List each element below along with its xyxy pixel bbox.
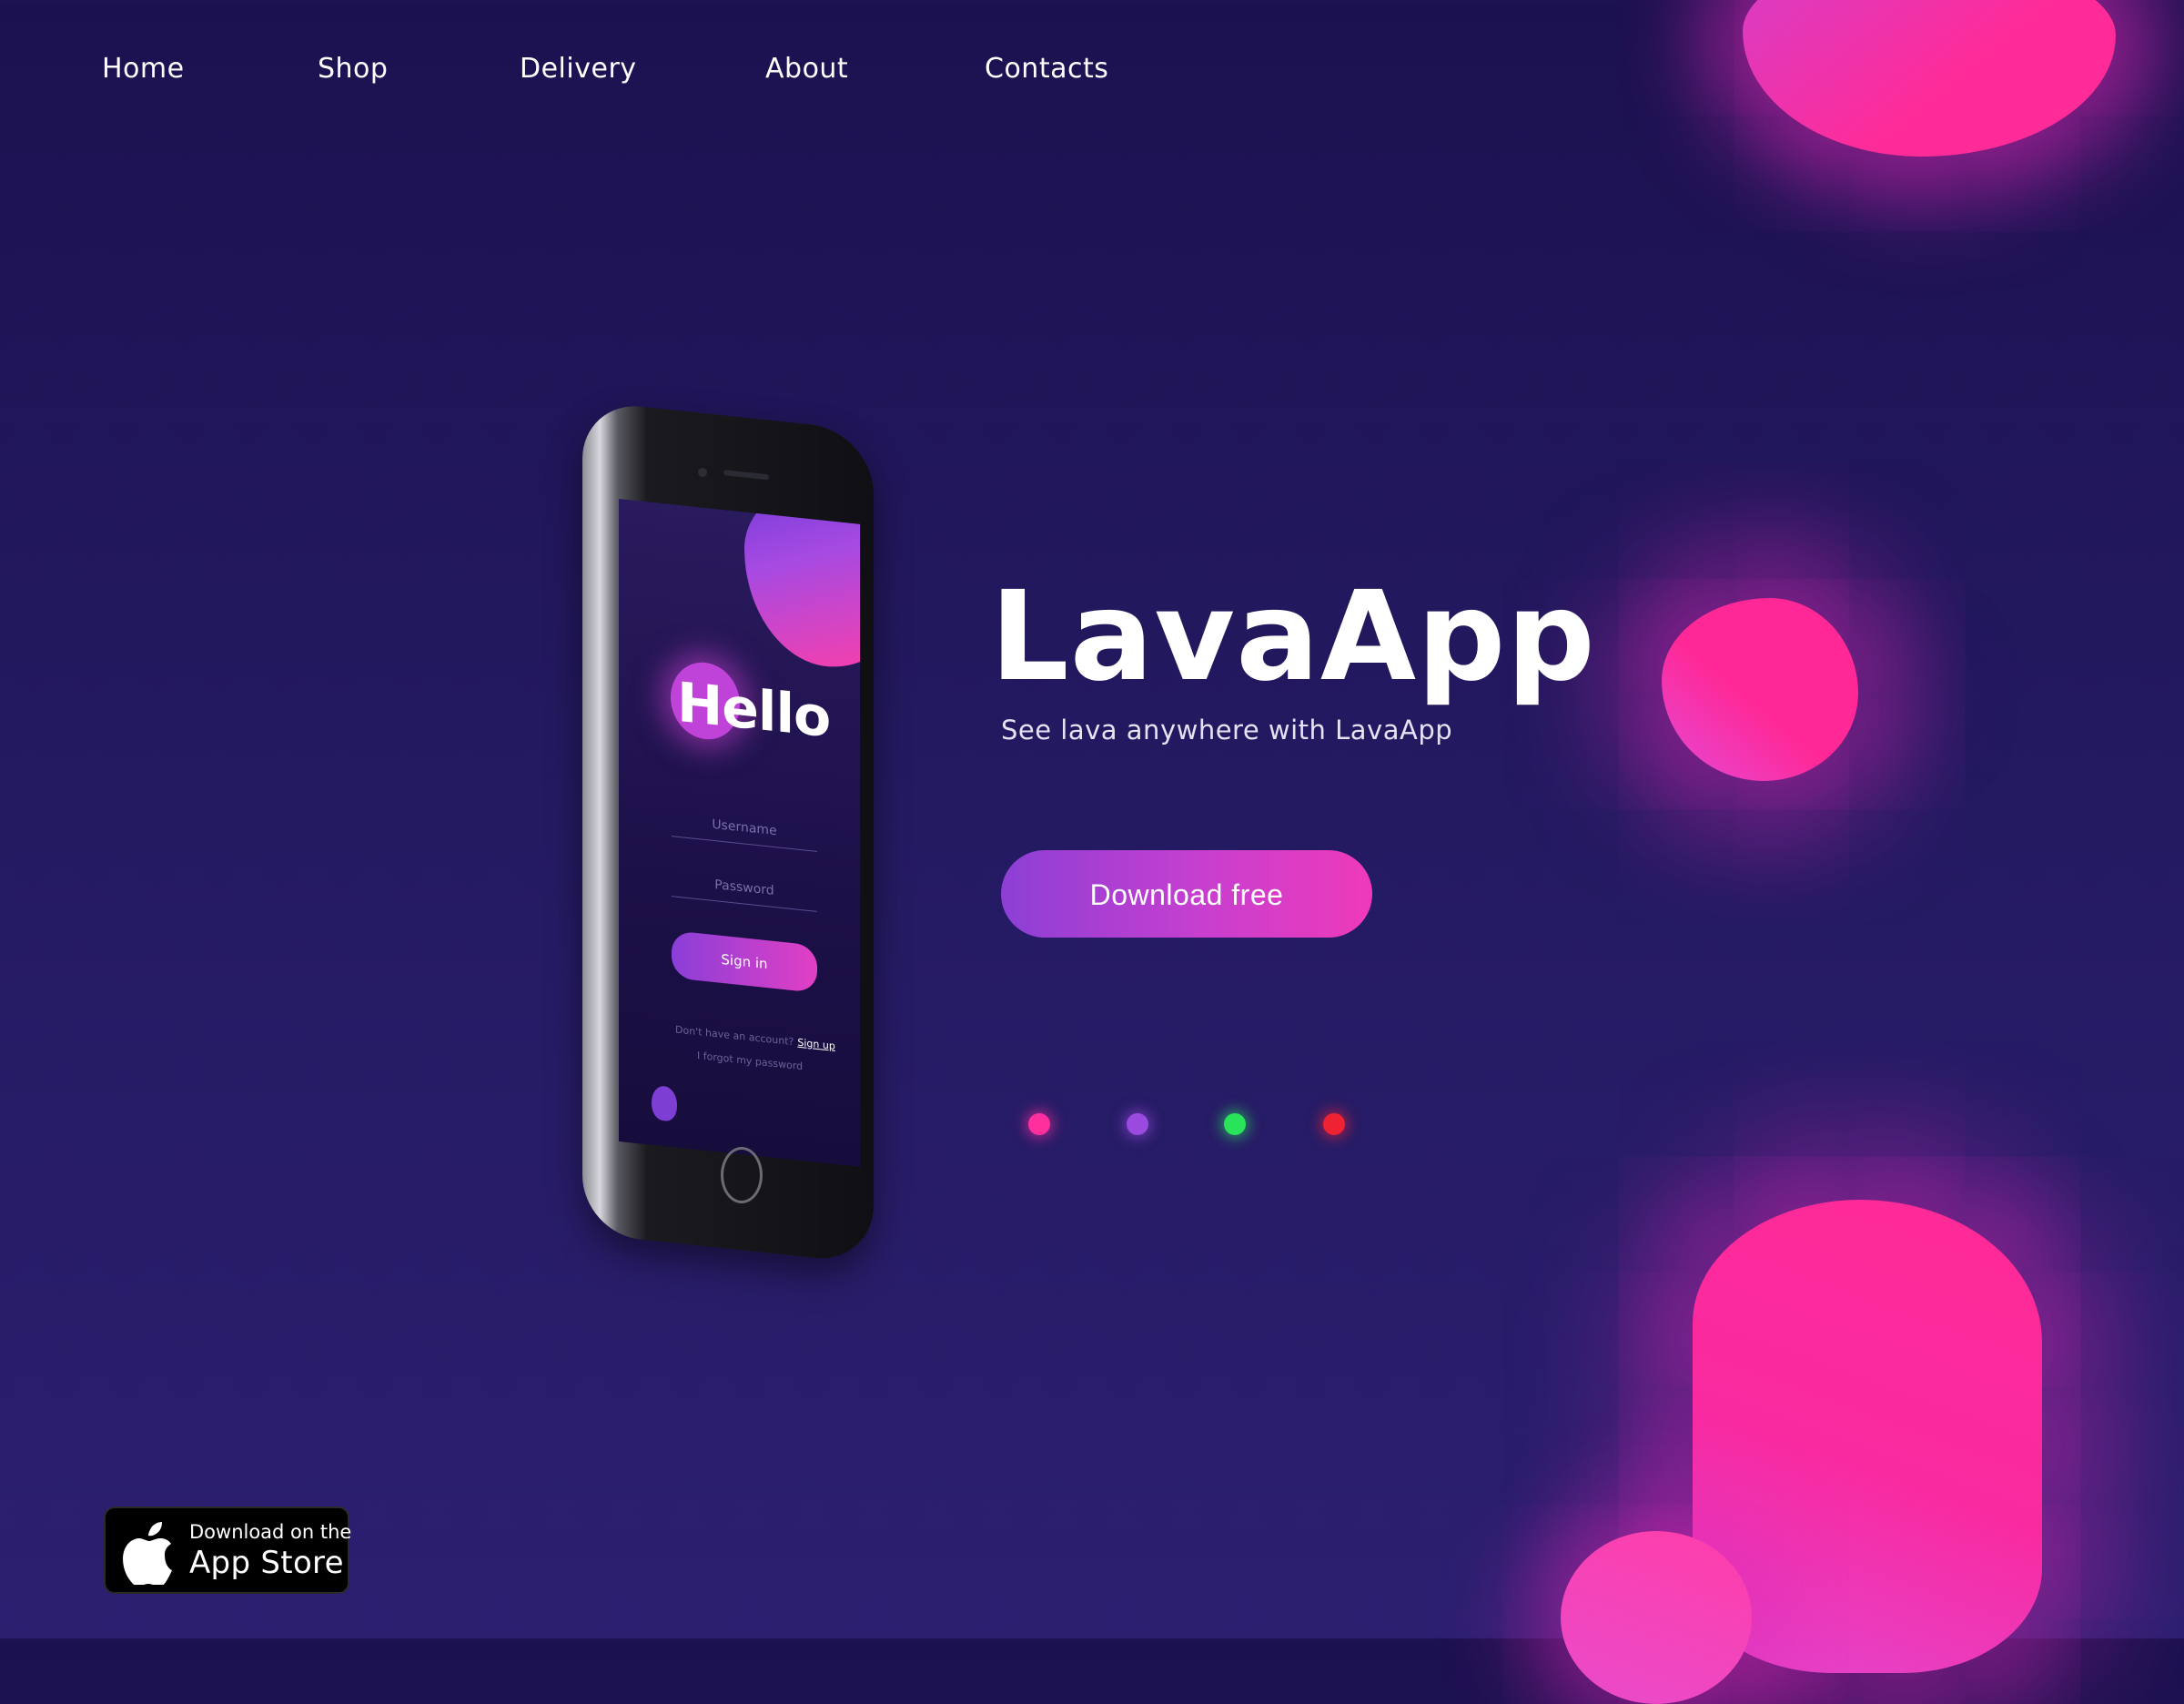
carousel-dot-pink[interactable] <box>1028 1113 1050 1135</box>
lava-blob-top <box>1743 0 2116 157</box>
carousel-dot-purple[interactable] <box>1127 1113 1148 1135</box>
hero-subtitle: See lava anywhere with LavaApp <box>1001 715 1453 746</box>
screen-lava-blob <box>744 499 860 675</box>
screen-signup-link: Sign up <box>797 1036 835 1052</box>
lava-blob-middle <box>1662 598 1858 781</box>
screen-greeting: Hello <box>677 670 831 751</box>
app-store-badge[interactable]: Download on the App Store <box>104 1506 352 1594</box>
screen-lava-drop <box>652 1084 677 1122</box>
phone-mockup: Hello Username Password Sign in Don't ha… <box>582 401 874 1264</box>
screen-no-account-text: Don't have an account? <box>675 1023 794 1049</box>
carousel-dot-red[interactable] <box>1323 1113 1345 1135</box>
camera-icon <box>698 468 707 477</box>
nav-delivery[interactable]: Delivery <box>520 47 637 91</box>
hero-title: LavaApp <box>990 565 1596 709</box>
nav-about[interactable]: About <box>765 47 848 91</box>
app-store-line1: Download on the <box>189 1521 352 1543</box>
apple-icon <box>123 1522 172 1585</box>
nav-contacts[interactable]: Contacts <box>985 47 1108 91</box>
download-free-button[interactable]: Download free <box>1001 850 1372 938</box>
app-store-line2: App Store <box>189 1545 344 1581</box>
main-nav: Home Shop Delivery About Contacts <box>0 47 1274 91</box>
nav-shop[interactable]: Shop <box>318 47 388 91</box>
carousel-dot-green[interactable] <box>1224 1113 1246 1135</box>
home-button-icon <box>721 1147 763 1203</box>
screen-forgot-link: I forgot my password <box>697 1050 804 1073</box>
phone-screen: Hello Username Password Sign in Don't ha… <box>619 499 860 1167</box>
screen-signin-button: Sign in <box>672 930 817 993</box>
screen-password-field: Password <box>672 865 817 912</box>
lava-blob-bottom-small <box>1561 1531 1752 1704</box>
screen-username-field: Username <box>672 805 817 852</box>
nav-home[interactable]: Home <box>102 47 185 91</box>
